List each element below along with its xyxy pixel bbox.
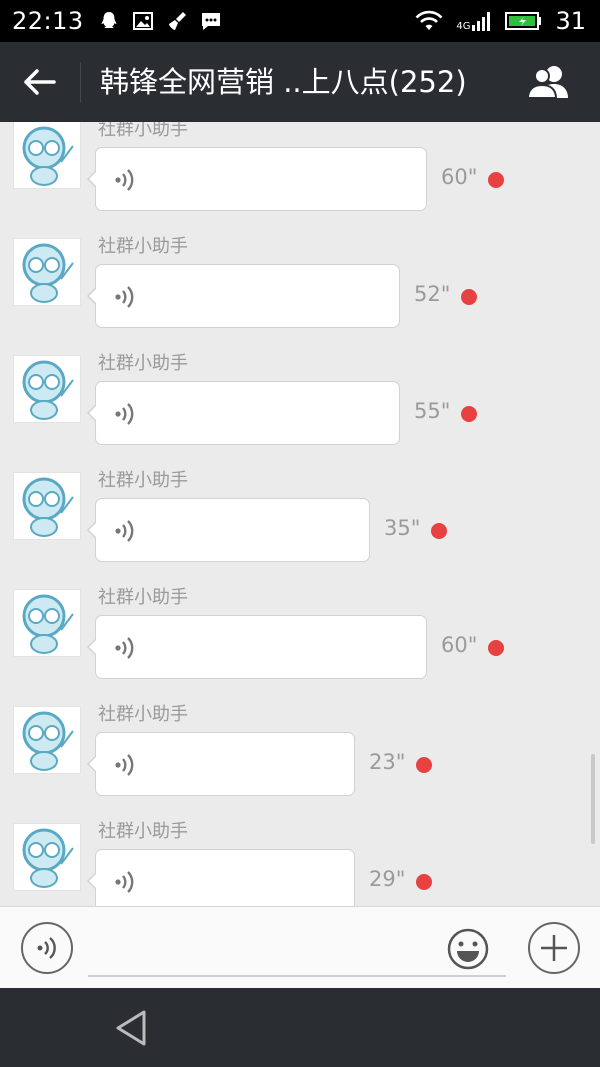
voice-mode-button[interactable] xyxy=(20,921,74,975)
sender-avatar[interactable] xyxy=(13,238,81,306)
voice-bubble[interactable] xyxy=(87,147,427,211)
mascot-avatar-icon xyxy=(22,360,74,420)
message-list[interactable]: 社群小助手 60" 社群小助手 52" 社群小助手 55" 社群小助手 35" … xyxy=(0,122,600,906)
sender-avatar[interactable] xyxy=(13,122,81,189)
voice-duration: 29" xyxy=(369,867,406,891)
unread-dot xyxy=(416,874,432,890)
unread-dot xyxy=(416,757,432,773)
system-indicators: 4G 31 xyxy=(414,0,586,42)
qq-penguin-icon xyxy=(101,12,117,28)
voice-message: 社群小助手 52" xyxy=(0,235,600,352)
signal-icon xyxy=(472,12,491,31)
mascot-avatar-icon xyxy=(22,243,74,303)
mascot-avatar-icon xyxy=(22,594,74,654)
sender-name: 社群小助手 xyxy=(98,353,188,374)
voice-message: 社群小助手 55" xyxy=(0,352,600,469)
voice-message: 社群小助手 29" xyxy=(0,820,600,906)
sender-name: 社群小助手 xyxy=(98,587,188,608)
message-input[interactable] xyxy=(88,919,506,977)
network-type: 4G xyxy=(456,21,471,32)
voice-duration: 55" xyxy=(414,399,451,423)
voice-bubble[interactable] xyxy=(87,381,400,445)
input-bar xyxy=(0,906,600,988)
mascot-avatar-icon xyxy=(22,828,74,888)
voice-bubble[interactable] xyxy=(87,615,427,679)
voice-duration: 52" xyxy=(414,282,451,306)
status-bar: 22:13 4G 31 xyxy=(0,0,600,42)
plus-icon xyxy=(528,922,580,974)
voice-wave-icon xyxy=(115,754,134,776)
chat-header: 韩锋全网营销 ..上八点(252) xyxy=(0,42,600,122)
voice-wave-icon xyxy=(115,403,134,425)
voice-duration: 23" xyxy=(369,750,406,774)
voice-duration: 60" xyxy=(441,633,478,657)
voice-message: 社群小助手 60" xyxy=(0,122,600,235)
voice-bubble[interactable] xyxy=(87,498,370,562)
back-arrow-icon xyxy=(24,69,56,95)
voice-wave-icon xyxy=(115,169,134,191)
voice-wave-icon xyxy=(115,286,134,308)
unread-dot xyxy=(488,172,504,188)
voice-bubble[interactable] xyxy=(87,849,355,906)
unread-dot xyxy=(431,523,447,539)
voice-duration: 35" xyxy=(384,516,421,540)
nav-back-button[interactable] xyxy=(110,1008,150,1048)
notification-icons xyxy=(98,10,222,32)
voice-message: 社群小助手 60" xyxy=(0,586,600,703)
header-divider xyxy=(80,62,81,102)
chat-scrollbar[interactable] xyxy=(591,754,595,844)
group-members-icon xyxy=(526,66,568,99)
more-options-button[interactable] xyxy=(527,921,581,975)
unread-dot xyxy=(461,406,477,422)
chat-icon xyxy=(201,13,220,30)
sender-avatar[interactable] xyxy=(13,706,81,774)
mascot-avatar-icon xyxy=(22,477,74,537)
mascot-avatar-icon xyxy=(22,126,74,186)
unread-dot xyxy=(461,289,477,305)
system-nav-bar xyxy=(0,988,600,1067)
sender-name: 社群小助手 xyxy=(98,470,188,491)
voice-message: 社群小助手 23" xyxy=(0,703,600,820)
sender-name: 社群小助手 xyxy=(98,821,188,842)
sender-name: 社群小助手 xyxy=(98,704,188,725)
voice-duration: 60" xyxy=(441,165,478,189)
sender-name: 社群小助手 xyxy=(98,122,188,140)
voice-message: 社群小助手 35" xyxy=(0,469,600,586)
sender-avatar[interactable] xyxy=(13,472,81,540)
voice-wave-icon xyxy=(115,871,134,893)
mascot-avatar-icon xyxy=(22,711,74,771)
voice-bubble[interactable] xyxy=(87,732,355,796)
emoji-icon xyxy=(447,928,489,970)
battery-icon xyxy=(505,12,542,30)
battery-level: 31 xyxy=(555,7,586,35)
sender-name: 社群小助手 xyxy=(98,236,188,257)
nav-back-icon xyxy=(116,1010,146,1046)
sender-avatar[interactable] xyxy=(13,823,81,891)
voice-bubble[interactable] xyxy=(87,264,400,328)
emoji-button[interactable] xyxy=(446,927,490,971)
back-button[interactable] xyxy=(18,62,62,102)
unread-dot xyxy=(488,640,504,656)
sender-avatar[interactable] xyxy=(13,589,81,657)
voice-wave-icon xyxy=(115,520,134,542)
sender-avatar[interactable] xyxy=(13,355,81,423)
image-icon xyxy=(132,12,153,30)
signal-indicator: 4G xyxy=(456,10,493,32)
voice-wave-icon xyxy=(115,637,134,659)
status-time: 22:13 xyxy=(12,7,84,35)
group-members-button[interactable] xyxy=(524,64,574,100)
broom-icon xyxy=(168,12,186,30)
group-chat-title: 韩锋全网营销 ..上八点(252) xyxy=(100,65,467,99)
voice-mode-icon xyxy=(21,922,73,974)
wifi-icon xyxy=(415,10,443,30)
